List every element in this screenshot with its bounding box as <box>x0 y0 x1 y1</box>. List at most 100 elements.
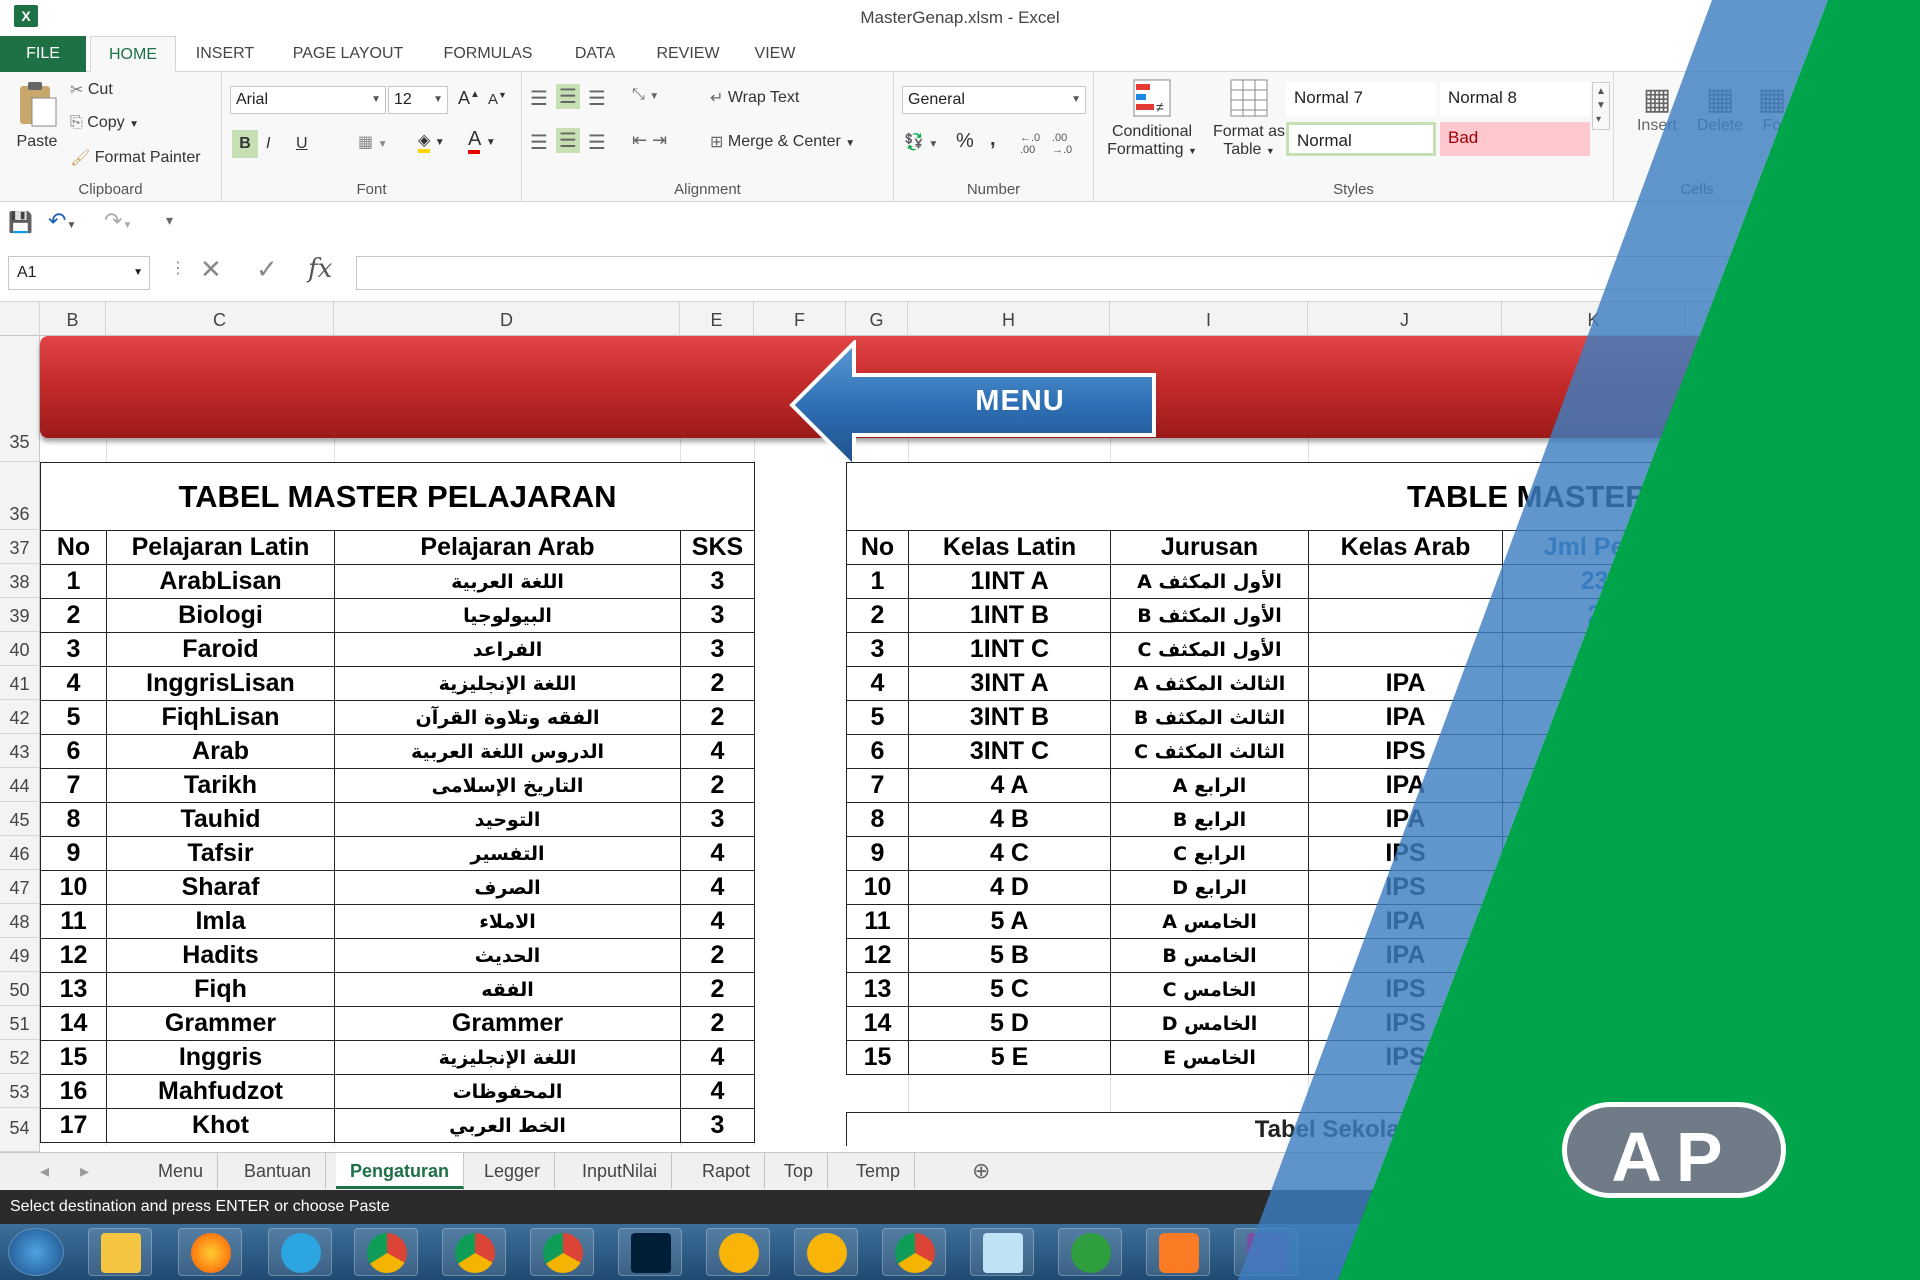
style-normal-7[interactable]: Normal 7 <box>1286 82 1436 116</box>
table-cell[interactable] <box>1502 904 1687 939</box>
indent-icon[interactable]: ⇤ ⇥ <box>632 130 667 151</box>
align-left-icon[interactable]: ☰ <box>530 130 548 155</box>
italic-button[interactable]: I <box>266 130 270 158</box>
merge-center-button[interactable]: ⊞ Merge & Center ▼ <box>710 132 855 152</box>
table-cell[interactable]: C الأول المكثف <box>1110 632 1309 667</box>
table-cell[interactable]: D الخامس <box>1110 1006 1309 1041</box>
customize-qat-icon[interactable]: ▾ <box>166 212 173 229</box>
start-button-icon[interactable] <box>8 1228 64 1276</box>
table-cell[interactable]: الصرف <box>334 870 681 905</box>
table-cell[interactable]: 16 <box>40 1074 107 1109</box>
align-top-icon[interactable]: ☰ <box>530 86 548 111</box>
table-cell[interactable]: IPS <box>1308 870 1503 905</box>
row-header[interactable]: 39 <box>0 598 40 632</box>
table-cell[interactable]: 3 <box>680 564 755 599</box>
tab-home[interactable]: HOME <box>90 36 176 72</box>
table-cell[interactable] <box>1502 632 1687 667</box>
row-header[interactable]: 52 <box>0 1040 40 1074</box>
table-cell[interactable]: 5 E <box>908 1040 1111 1075</box>
tab-insert[interactable]: INSERT <box>184 36 266 72</box>
table-cell[interactable]: اللغة الإنجليزية <box>334 666 681 701</box>
table-cell[interactable]: C الثالث المكثف <box>1110 734 1309 769</box>
table-cell[interactable] <box>1502 972 1687 1007</box>
table-cell[interactable]: 4 C <box>908 836 1111 871</box>
table-cell[interactable]: InggrisLisan <box>106 666 335 701</box>
font-size-dropdown[interactable]: 12 ▼ <box>388 86 448 114</box>
table-cell[interactable]: 3 <box>680 1108 755 1143</box>
table-cell[interactable]: IPS <box>1308 1006 1503 1041</box>
align-center-icon[interactable]: ☰ <box>556 128 580 153</box>
table-cell[interactable]: 4 B <box>908 802 1111 837</box>
column-header[interactable]: D <box>334 302 680 336</box>
name-box[interactable]: A1 ▼ <box>8 256 150 290</box>
table-cell[interactable]: 8 <box>846 802 909 837</box>
table-cell[interactable] <box>1502 938 1687 973</box>
select-all-corner[interactable] <box>0 302 40 336</box>
orientation-icon[interactable]: ⤡ ▼ <box>632 86 659 104</box>
header-cell[interactable]: Pelajaran Latin <box>106 530 335 565</box>
row-header[interactable]: 38 <box>0 564 40 598</box>
column-header[interactable]: G <box>846 302 908 336</box>
table-cell[interactable]: 6 <box>846 734 909 769</box>
table-cell[interactable]: 4 <box>680 734 755 769</box>
table-cell[interactable]: 10 <box>846 870 909 905</box>
table-cell[interactable]: Grammer <box>334 1006 681 1041</box>
table-cell[interactable]: 4 D <box>908 870 1111 905</box>
table-cell[interactable]: 1 <box>846 564 909 599</box>
table-cell[interactable]: Arab <box>106 734 335 769</box>
table-cell[interactable]: 7 <box>40 768 107 803</box>
table-cell[interactable]: A الخامس <box>1110 904 1309 939</box>
chrome-canary-icon[interactable] <box>794 1228 858 1276</box>
row-header[interactable]: 54 <box>0 1108 40 1152</box>
table-cell[interactable] <box>1502 734 1687 769</box>
table-cell[interactable]: 3INT A <box>908 666 1111 701</box>
table-cell[interactable]: Tauhid <box>106 802 335 837</box>
format-cells-button[interactable]: ▦ Fo <box>1752 82 1792 135</box>
table-cell[interactable] <box>1502 870 1687 905</box>
cut-button[interactable]: ✂ Cut <box>70 80 113 100</box>
sheet-tab-menu[interactable]: Menu <box>144 1153 219 1189</box>
fill-color-icon[interactable]: ◈ ▼ <box>418 130 445 153</box>
table-cell[interactable]: 2 <box>846 598 909 633</box>
row-header[interactable]: 41 <box>0 666 40 700</box>
table-cell[interactable]: Imla <box>106 904 335 939</box>
table-cell[interactable]: 23 <box>1502 564 1687 599</box>
tab-page-layout[interactable]: PAGE LAYOUT <box>278 36 418 72</box>
row-header[interactable]: 45 <box>0 802 40 836</box>
table-cell[interactable]: B الخامس <box>1110 938 1309 973</box>
firefox-icon[interactable] <box>178 1228 242 1276</box>
table-cell[interactable] <box>1502 802 1687 837</box>
table-cell[interactable]: IPS <box>1308 836 1503 871</box>
table-cell[interactable]: اللغة العربية <box>334 564 681 599</box>
table-cell[interactable]: 10 <box>40 870 107 905</box>
scroll-left-icon[interactable]: ◂ <box>26 1153 63 1189</box>
font-color-icon[interactable]: A ▼ <box>468 128 496 154</box>
table-cell[interactable]: 4 <box>680 1040 755 1075</box>
shrink-font-button[interactable]: A▼ <box>488 90 507 108</box>
column-header[interactable]: E <box>680 302 754 336</box>
row-header[interactable]: 35 <box>0 336 40 462</box>
table-cell[interactable]: 15 <box>846 1040 909 1075</box>
table-cell[interactable]: A الأول المكثف <box>1110 564 1309 599</box>
table-cell[interactable]: Fiqh <box>106 972 335 1007</box>
row-header[interactable]: 49 <box>0 938 40 972</box>
tab-data[interactable]: DATA <box>556 36 634 72</box>
table-cell[interactable]: 4 A <box>908 768 1111 803</box>
table-cell[interactable]: Hadits <box>106 938 335 973</box>
table-cell[interactable]: 14 <box>846 1006 909 1041</box>
table-cell[interactable]: 3 <box>40 632 107 667</box>
table-cell[interactable]: 13 <box>846 972 909 1007</box>
sheet-tab-rapot[interactable]: Rapot <box>688 1153 766 1189</box>
sheet-tab-pengaturan[interactable]: Pengaturan <box>336 1153 465 1189</box>
table-cell[interactable]: 3 <box>680 802 755 837</box>
currency-icon[interactable]: 💱 ▼ <box>904 132 938 152</box>
insert-cells-button[interactable]: ▦ Insert <box>1632 82 1682 135</box>
table-cell[interactable]: التاريخ الإسلامى <box>334 768 681 803</box>
table-cell[interactable]: Khot <box>106 1108 335 1143</box>
table-cell[interactable]: 3INT B <box>908 700 1111 735</box>
table-cell[interactable]: ArabLisan <box>106 564 335 599</box>
row-header[interactable]: 50 <box>0 972 40 1006</box>
style-bad[interactable]: Bad <box>1440 122 1590 156</box>
table-cell[interactable]: IPA <box>1308 938 1503 973</box>
table-cell[interactable]: الحديث <box>334 938 681 973</box>
